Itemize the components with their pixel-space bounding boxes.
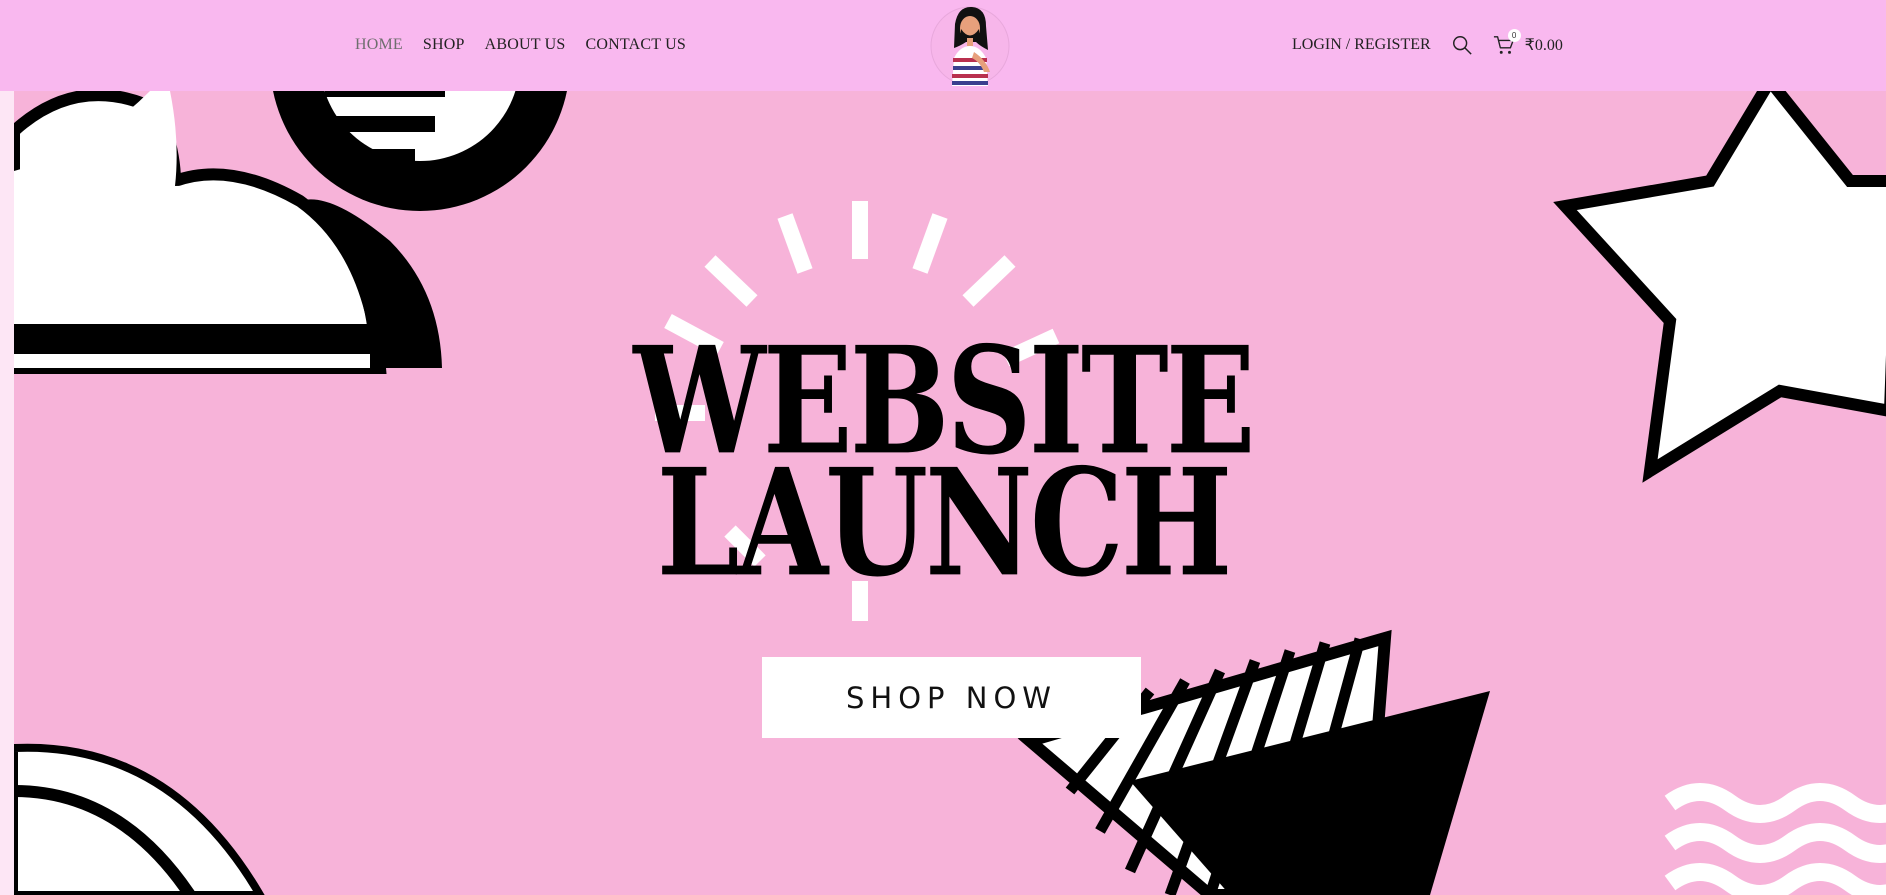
login-register-link[interactable]: LOGIN / REGISTER	[1292, 36, 1431, 54]
hero-title-line-2: LAUNCH	[656, 435, 1233, 610]
cart-count-badge: 0	[1507, 29, 1521, 42]
nav-home[interactable]: HOME	[355, 36, 403, 54]
header-actions: LOGIN / REGISTER 0 ₹0.00	[1292, 29, 1563, 56]
cart-total: ₹0.00	[1524, 37, 1563, 54]
cart-button[interactable]: 0 ₹0.00	[1493, 29, 1563, 56]
nav-shop[interactable]: SHOP	[423, 36, 465, 54]
site-logo[interactable]	[930, 2, 1010, 87]
search-icon[interactable]	[1451, 34, 1473, 56]
hero-banner: WEBSITE LAUNCH SHOP NOW	[0, 91, 1886, 895]
shop-now-button[interactable]: SHOP NOW	[762, 657, 1141, 738]
main-nav: HOME SHOP ABOUT US CONTACT US	[355, 36, 686, 54]
nav-contact-us[interactable]: CONTACT US	[586, 36, 686, 54]
nav-about-us[interactable]: ABOUT US	[485, 36, 566, 54]
site-header: HOME SHOP ABOUT US CONTACT US LOGIN / RE…	[0, 0, 1886, 91]
